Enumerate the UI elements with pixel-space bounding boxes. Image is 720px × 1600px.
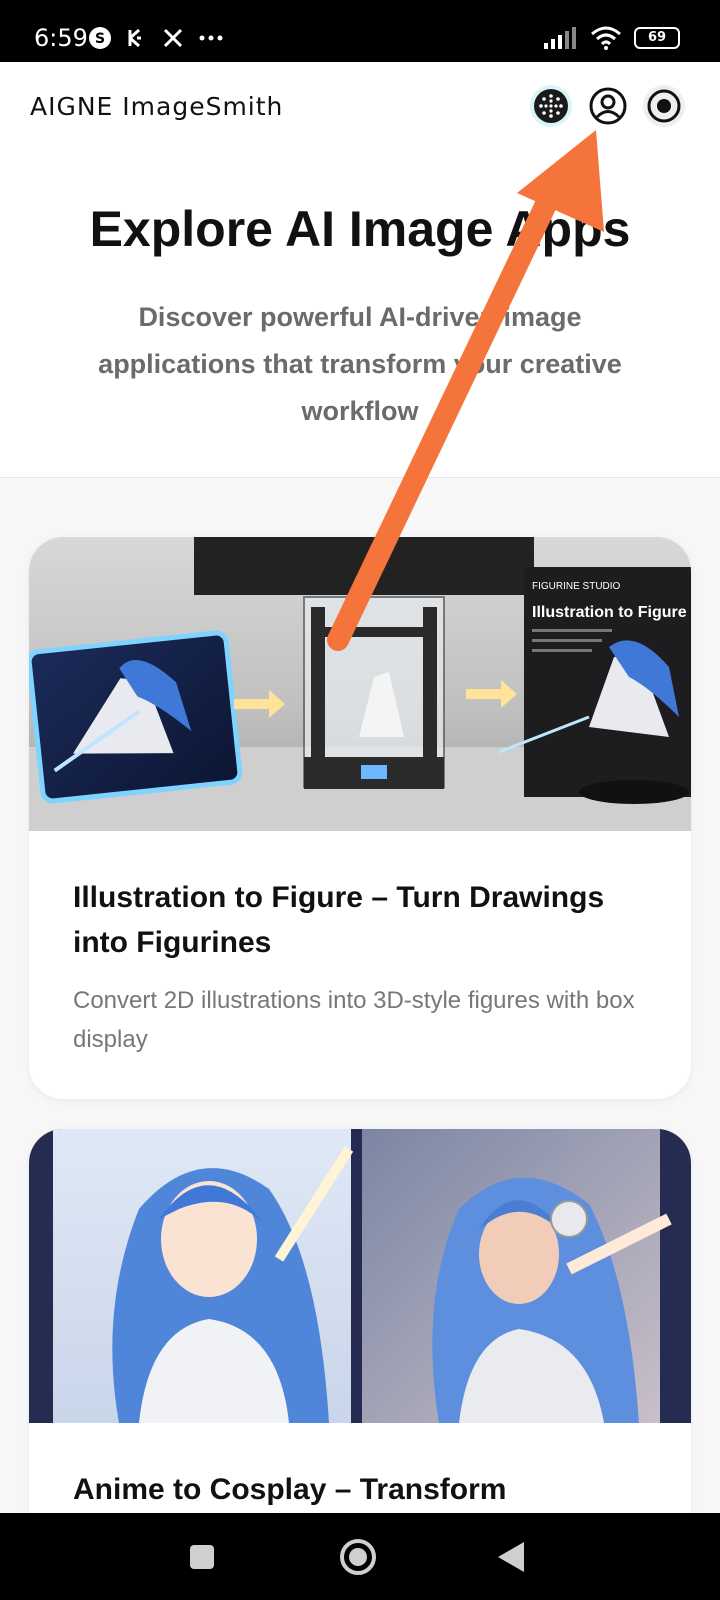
card-body: Illustration to Figure – Turn Drawings i… bbox=[29, 831, 691, 1099]
status-system-icons: 69 bbox=[544, 26, 680, 50]
aigne-logo-button[interactable] bbox=[529, 84, 573, 128]
x-icon bbox=[163, 28, 183, 48]
hero-section: Explore AI Image Apps Discover powerful … bbox=[0, 150, 720, 478]
card-description: Convert 2D illustrations into 3D-style f… bbox=[73, 987, 635, 1053]
card-title: Anime to Cosplay – Transform bbox=[73, 1473, 507, 1506]
box-brand-text: FIGURINE STUDIO bbox=[532, 581, 621, 592]
user-account-button[interactable] bbox=[586, 84, 630, 128]
page-subtitle: Discover powerful AI-driven image applic… bbox=[98, 302, 622, 426]
back-icon[interactable] bbox=[496, 1540, 528, 1574]
system-nav-bar bbox=[0, 1513, 720, 1600]
app-header: AIGNE ImageSmith bbox=[0, 62, 720, 150]
signal-icon bbox=[544, 27, 576, 49]
s-app-icon: S bbox=[89, 27, 111, 49]
wifi-icon bbox=[591, 26, 621, 50]
record-button[interactable] bbox=[642, 84, 686, 128]
card-image-anime-to-cosplay bbox=[29, 1129, 691, 1423]
battery-icon: 69 bbox=[634, 27, 680, 49]
aigne-logo-icon bbox=[530, 85, 572, 127]
app-card-illustration-to-figure[interactable]: FIGURINE STUDIO Illustration to Figure I… bbox=[29, 537, 691, 1099]
user-account-icon bbox=[589, 87, 627, 125]
svg-text:S: S bbox=[95, 31, 105, 47]
card-image-illustration-to-figure: FIGURINE STUDIO Illustration to Figure bbox=[29, 537, 691, 831]
status-bar: 6:59 S 69 bbox=[0, 0, 720, 62]
box-title-text: Illustration to Figure bbox=[532, 604, 687, 621]
more-dots-icon bbox=[199, 35, 223, 41]
page-title: Explore AI Image Apps bbox=[89, 201, 631, 257]
home-icon[interactable] bbox=[338, 1537, 378, 1577]
status-time: 6:59 bbox=[34, 24, 88, 52]
record-icon bbox=[643, 85, 685, 127]
card-title: Illustration to Figure – Turn Drawings i… bbox=[73, 881, 605, 959]
app-card-anime-to-cosplay[interactable]: Anime to Cosplay – Transform bbox=[29, 1129, 691, 1549]
kucoin-icon bbox=[128, 28, 141, 48]
status-notification-icons: S bbox=[88, 26, 224, 50]
recent-apps-icon[interactable] bbox=[188, 1543, 216, 1571]
app-name: AIGNE ImageSmith bbox=[30, 92, 284, 121]
